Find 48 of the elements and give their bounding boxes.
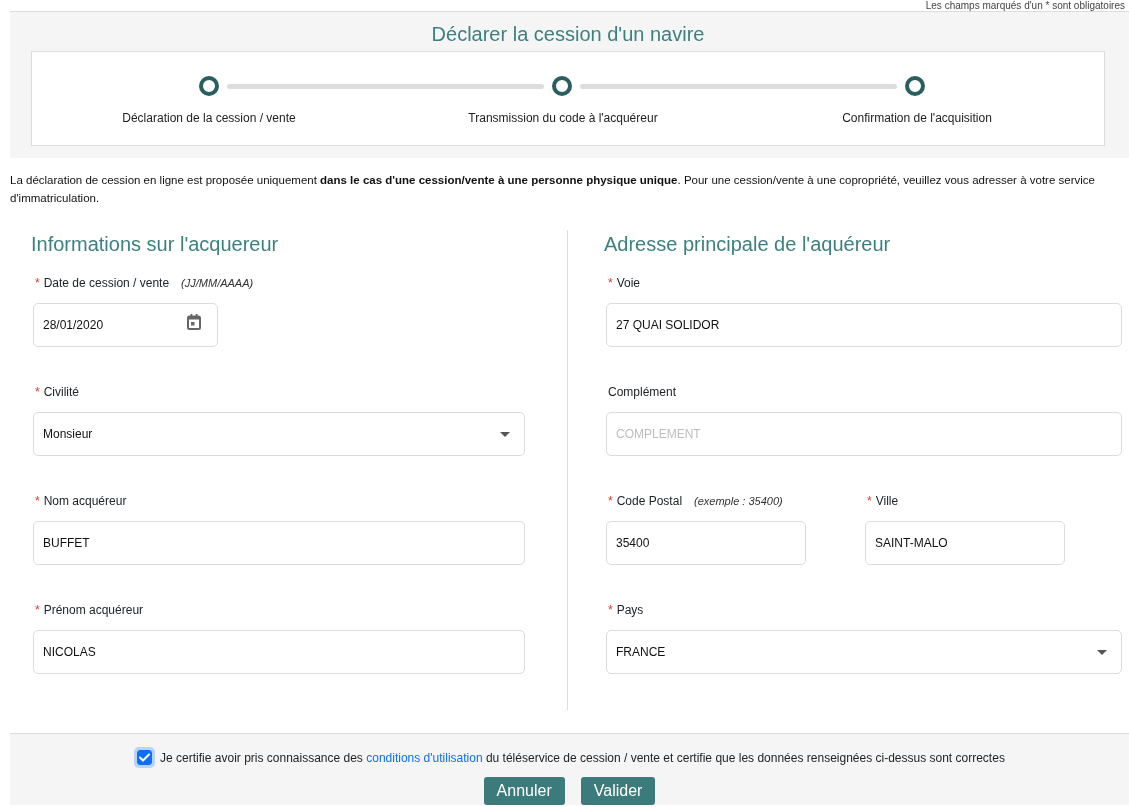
required-asterisk: * (35, 493, 40, 509)
required-fields-notice: Les champs marqués d'un * sont obligatoires (925, 0, 1125, 11)
required-asterisk: * (608, 602, 613, 618)
terms-link[interactable]: conditions d'utilisation (366, 750, 483, 765)
step-ring-icon (199, 76, 219, 96)
step-label: Confirmation de l'acquisition (842, 110, 992, 126)
text-field[interactable]: 35400 (606, 521, 806, 565)
section-heading: Informations sur l'acquereur (31, 232, 280, 256)
text-field[interactable]: COMPLEMENT (606, 412, 1122, 456)
field-label: Prénom acquéreur (43, 602, 144, 618)
page-title: Déclarer la cession d'un navire (430, 22, 706, 47)
format-hint: (exemple : 35400) (694, 494, 783, 509)
required-asterisk: * (35, 275, 40, 291)
field-label: Date de cession / vente (43, 275, 170, 291)
required-asterisk: * (35, 602, 40, 618)
section-heading: Adresse principale de l'aquéreur (604, 232, 892, 256)
field-label: Code Postal (616, 493, 683, 509)
step-ring-icon (905, 76, 925, 96)
date-field[interactable]: 28/01/2020 (33, 303, 218, 347)
format-hint: (JJ/MM/AAAA) (181, 276, 254, 291)
field-label: Nom acquéreur (43, 493, 127, 509)
caret-icon (500, 431, 510, 437)
field-label: Ville (875, 493, 899, 509)
caret-icon (1097, 649, 1107, 655)
field-label: Pays (616, 602, 644, 618)
required-asterisk: * (867, 493, 872, 509)
text-field[interactable]: 27 QUAI SOLIDOR (606, 303, 1122, 347)
field-label: Voie (616, 275, 641, 291)
field-label: Complément (608, 384, 677, 400)
required-asterisk: * (35, 384, 40, 400)
text-field[interactable]: BUFFET (33, 521, 525, 565)
calendar-icon[interactable] (187, 314, 201, 330)
consent-text: Je certifie avoir pris connaissance des conditions d'utilisation du téléservice de cession / vente et certifie que les données renseignées ci-dessus sont correctes (160, 749, 1005, 766)
intro-text: La déclaration de cession en ligne est proposée uniquement dans le cas d'une cession/vente à une personne physique unique. Pour une cession/vente à une copropriété, veuillez vous adresser à votre service d'immatriculation. (10, 173, 1096, 206)
text-field[interactable]: NICOLAS (33, 630, 525, 674)
required-asterisk: * (608, 493, 613, 509)
field-label: Civilité (43, 384, 79, 400)
dropdown-field[interactable]: FRANCE (606, 630, 1122, 674)
step-ring-icon (552, 76, 572, 96)
dropdown-field[interactable]: Monsieur (33, 412, 525, 456)
checkbox[interactable] (134, 747, 156, 768)
cancel-button[interactable]: Annuler (483, 777, 565, 805)
required-asterisk: * (608, 275, 613, 291)
checkmark-icon (139, 753, 151, 762)
submit-button[interactable]: Valider (580, 777, 656, 805)
step-label: Déclaration de la cession / vente (122, 110, 296, 126)
text-field[interactable]: SAINT-MALO (865, 521, 1065, 565)
step-label: Transmission du code à l'acquéreur (468, 110, 658, 126)
